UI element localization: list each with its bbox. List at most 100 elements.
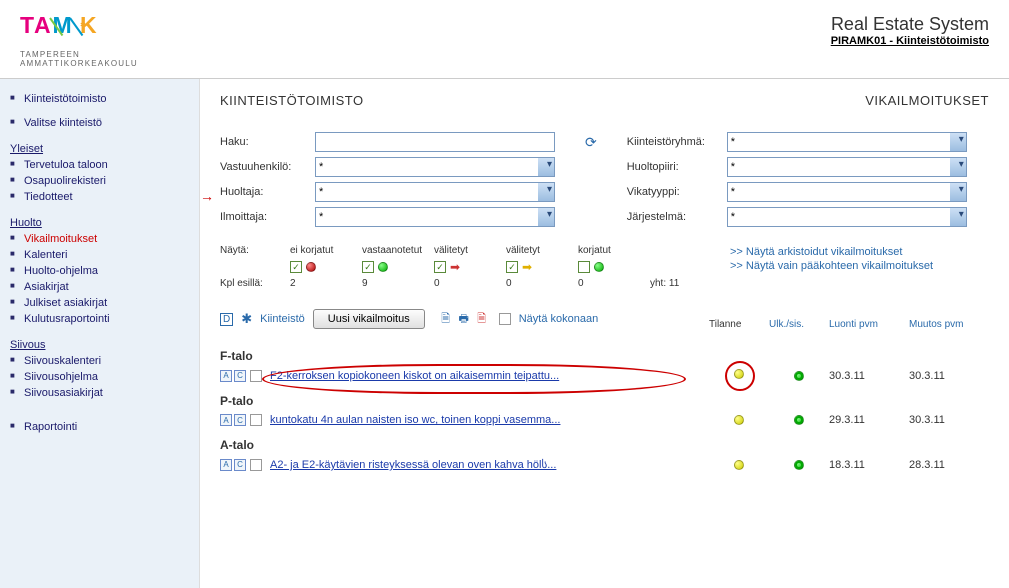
luonti-p: 29.3.11 [829, 414, 909, 426]
c-icon[interactable]: C [234, 414, 246, 426]
input-haku[interactable] [315, 132, 555, 152]
chk-showall[interactable] [499, 313, 511, 325]
a-icon[interactable]: A [220, 414, 232, 426]
chk-valitetyt2[interactable]: ✓ [506, 261, 518, 273]
select-vastuu[interactable]: * [315, 157, 555, 177]
nav-siivousohjelma[interactable]: Siivousohjelma [10, 369, 189, 385]
nav-vikailmoitukset[interactable]: Vikailmoitukset [10, 231, 189, 247]
lbl-huoltopiiri: Huoltopiiri: [627, 161, 727, 173]
link-arkistoidut[interactable]: >> Näytä arkistoidut vikailmoitukset [730, 245, 933, 259]
chk-vastaanotetut[interactable]: ✓ [362, 261, 374, 273]
ulk-dot-icon [794, 371, 804, 381]
svg-text:✱: ✱ [80, 21, 86, 29]
row-link-a[interactable]: A2- ja E2-käytävien risteyksessä olevan … [270, 459, 556, 471]
row-link-f[interactable]: F2-kerroksen kopiokoneen kiskot on aikai… [270, 370, 559, 382]
arrow-red-icon: ➡ [450, 260, 460, 274]
cnt-0: 2 [290, 278, 362, 289]
star-icon[interactable]: ✱ [241, 311, 252, 327]
lbl-showall[interactable]: Näytä kokonaan [519, 313, 599, 325]
lbl-huoltaja: →Huoltaja: [220, 186, 315, 198]
select-vikatyyppi[interactable]: * [727, 182, 967, 202]
a-icon[interactable]: A [220, 459, 232, 471]
nav-tervetuloa[interactable]: Tervetuloa taloon [10, 157, 189, 173]
header: T A M K ✱ TAMPEREENAMMATTIKORKEAKOULU Re… [0, 0, 1009, 79]
col-muutos[interactable]: Muutos pvm [909, 319, 989, 330]
row-checkbox[interactable] [250, 370, 262, 382]
nav-valitse[interactable]: Valitse kiinteistö [10, 115, 189, 131]
ulk-dot-icon [794, 460, 804, 470]
status-dot-icon [734, 369, 744, 379]
nav-siivousasiakirjat[interactable]: Siivousasiakirjat [10, 385, 189, 401]
select-huoltopiiri[interactable]: * [727, 157, 967, 177]
nav-kulutus[interactable]: Kulutusraportointi [10, 311, 189, 327]
row-checkbox[interactable] [250, 414, 262, 426]
nav-head-huolto[interactable]: Huolto [10, 217, 189, 229]
cnt-4: 0 [578, 278, 650, 289]
arrow-yellow-icon: ➡ [522, 260, 532, 274]
nav-asiakirjat[interactable]: Asiakirjat [10, 279, 189, 295]
luonti-a: 18.3.11 [829, 459, 909, 471]
link-paakohde[interactable]: >> Näytä vain pääkohteen vikailmoitukset [730, 259, 933, 273]
hdr-valitetyt2: välitetyt [506, 245, 578, 256]
nav-head-siivous[interactable]: Siivous [10, 339, 189, 351]
doc-icon[interactable]: 🗎 [439, 312, 453, 326]
nav-siivouskalenteri[interactable]: Siivouskalenteri [10, 353, 189, 369]
toolbar: D ✱ Kiinteistö Uusi vikailmoitus 🗎 🖶 🗎 N… [220, 309, 598, 329]
logo-sub1: TAMPEREEN [20, 50, 80, 59]
total-value: 11 [669, 278, 679, 289]
nav-kiinteistotoimisto[interactable]: Kiinteistötoimisto [10, 91, 189, 107]
arrow-annotation-icon: → [200, 188, 214, 204]
cnt-1: 9 [362, 278, 434, 289]
archive-links: >> Näytä arkistoidut vikailmoitukset >> … [730, 245, 933, 273]
building-p: P-talo [220, 394, 989, 408]
lbl-haku: Haku: [220, 136, 315, 148]
print-icon[interactable]: 🖶 [457, 312, 471, 326]
row-checkbox[interactable] [250, 459, 262, 471]
hdr-vastaanotetut: vastaanotetut [362, 245, 434, 256]
svg-text:T: T [20, 12, 34, 38]
nav-huolto-ohjelma[interactable]: Huolto-ohjelma [10, 263, 189, 279]
col-tilanne: Tilanne [709, 319, 769, 330]
logo: T A M K ✱ TAMPEREENAMMATTIKORKEAKOULU [20, 8, 180, 68]
refresh-icon[interactable]: ⟳ [585, 134, 597, 150]
total-label: yht: [650, 278, 666, 289]
d-icon[interactable]: D [220, 313, 233, 326]
nav-kalenteri[interactable]: Kalenteri [10, 247, 189, 263]
system-subtitle[interactable]: PIRAMK01 - Kiinteistötoimisto [831, 35, 989, 47]
nav-osapuoli[interactable]: Osapuolirekisteri [10, 173, 189, 189]
nav-tiedotteet[interactable]: Tiedotteet [10, 189, 189, 205]
tamk-logo: T A M K ✱ [20, 8, 180, 48]
col-luonti[interactable]: Luonti pvm [829, 319, 909, 330]
chk-eikorjatut[interactable]: ✓ [290, 261, 302, 273]
row-link-p[interactable]: kuntokatu 4n aulan naisten iso wc, toine… [270, 414, 560, 426]
nav-head-yleiset[interactable]: Yleiset [10, 143, 189, 155]
nav-raportointi[interactable]: Raportointi [10, 419, 189, 435]
hdr-korjatut: korjatut [578, 245, 650, 256]
filter-panel: Haku: Vastuuhenkilö: * →Huoltaja: * Ilmo… [220, 132, 989, 227]
hdr-valitetyt1: välitetyt [434, 245, 506, 256]
select-kiinteistoryhma[interactable]: * [727, 132, 967, 152]
lbl-ilmoittaja: Ilmoittaja: [220, 211, 315, 223]
a-icon[interactable]: A [220, 370, 232, 382]
sidebar: Kiinteistötoimisto Valitse kiinteistö Yl… [0, 79, 200, 588]
pdf-icon[interactable]: 🗎 [475, 312, 489, 326]
muutos-f: 30.3.11 [909, 370, 989, 382]
select-ilmoittaja[interactable]: * [315, 207, 555, 227]
c-icon[interactable]: C [234, 370, 246, 382]
chk-korjatut[interactable]: ✓ [578, 261, 590, 273]
new-report-button[interactable]: Uusi vikailmoitus [313, 309, 425, 329]
status-dot-icon [734, 415, 744, 425]
nav-julkiset[interactable]: Julkiset asiakirjat [10, 295, 189, 311]
page-title-right: VIKAILMOITUKSET [865, 93, 989, 108]
cnt-2: 0 [434, 278, 506, 289]
lbl-nayta: Näytä: [220, 245, 290, 256]
select-huoltaja[interactable]: * [315, 182, 555, 202]
lbl-kiinteisto: Kiinteistö [260, 313, 305, 325]
select-jarjestelma[interactable]: * [727, 207, 967, 227]
dot-red-icon [306, 262, 316, 272]
c-icon[interactable]: C [234, 459, 246, 471]
chk-valitetyt1[interactable]: ✓ [434, 261, 446, 273]
luonti-f: 30.3.11 [829, 370, 909, 382]
lbl-vastuu: Vastuuhenkilö: [220, 161, 315, 173]
col-ulk[interactable]: Ulk./sis. [769, 319, 829, 330]
